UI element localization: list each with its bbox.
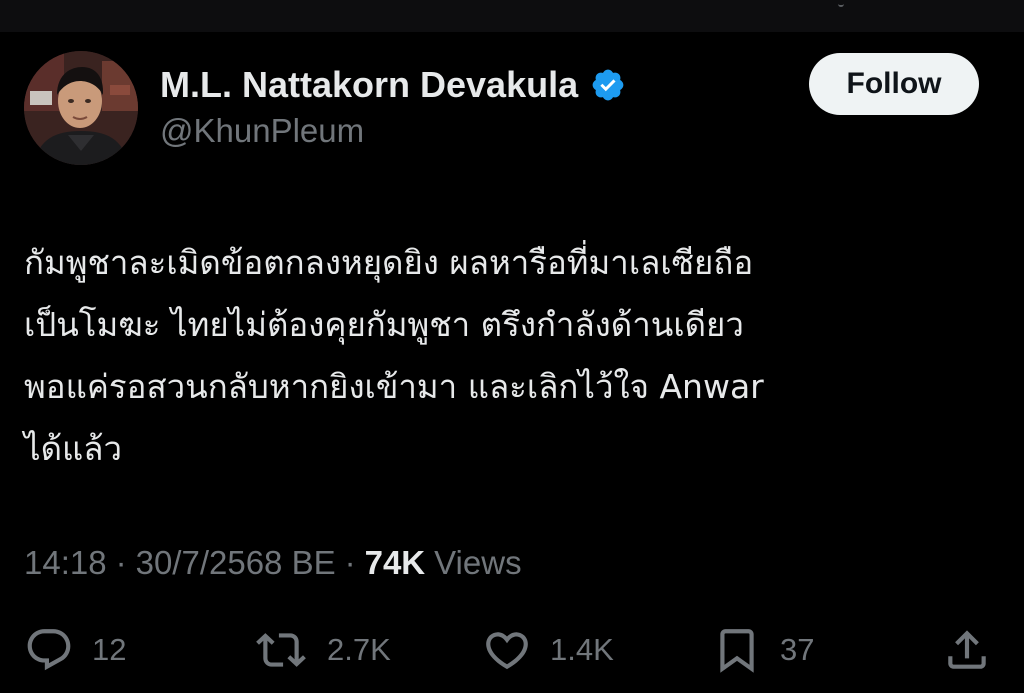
tweet-text-line: เป็นโมฆะ ไทยไม่ต้องคุยกัมพูชา ตรึงกำลังด…: [24, 305, 744, 344]
tweet-meta: 14:18 · 30/7/2568 BE · 74K Views: [24, 541, 522, 585]
bookmark-button[interactable]: 37: [712, 624, 814, 676]
meta-separator: ·: [115, 544, 127, 581]
status-indicator: [838, 2, 844, 7]
tweet-actions-bar: 12 2.7K 1.4K 37: [0, 624, 1024, 676]
author-handle[interactable]: @KhunPleum: [160, 112, 364, 150]
bookmark-icon: [712, 625, 762, 675]
bookmark-count: 37: [780, 632, 815, 667]
tweet-text: กัมพูชาละเมิดข้อตกลงหยุดยิง ผลหารือที่มา…: [24, 232, 994, 480]
views-label: Views: [434, 544, 522, 581]
repost-icon: [253, 625, 309, 675]
like-count: 1.4K: [550, 632, 614, 667]
tweet-text-line: กัมพูชาละเมิดข้อตกลงหยุดยิง ผลหารือที่มา…: [24, 243, 754, 282]
author-display-name[interactable]: M.L. Nattakorn Devakula: [160, 64, 578, 106]
tweet-date[interactable]: 30/7/2568 BE: [136, 544, 336, 582]
tweet-text-line: พอแค่รอสวนกลับหากยิงเข้ามา และเลิกไว้ใจ …: [24, 367, 764, 406]
author-avatar[interactable]: [24, 51, 138, 165]
author-name-row: M.L. Nattakorn Devakula: [160, 63, 626, 107]
verified-badge-icon[interactable]: [590, 67, 626, 103]
follow-button[interactable]: Follow: [809, 53, 979, 115]
tweet-text-line: ได้แล้ว: [24, 429, 123, 468]
meta-separator: ·: [344, 544, 356, 581]
repost-button[interactable]: 2.7K: [253, 624, 391, 676]
like-button[interactable]: 1.4K: [482, 624, 614, 676]
reply-icon: [24, 625, 74, 675]
share-icon: [942, 625, 992, 675]
repost-count: 2.7K: [327, 632, 391, 667]
share-button[interactable]: [942, 624, 992, 676]
views-count: 74K: [364, 544, 426, 581]
avatar-photo: [24, 51, 138, 165]
reply-count: 12: [92, 632, 127, 667]
heart-icon: [482, 625, 532, 675]
reply-button[interactable]: 12: [24, 624, 126, 676]
tweet-time[interactable]: 14:18: [24, 544, 107, 582]
top-status-strip: [0, 0, 1024, 32]
